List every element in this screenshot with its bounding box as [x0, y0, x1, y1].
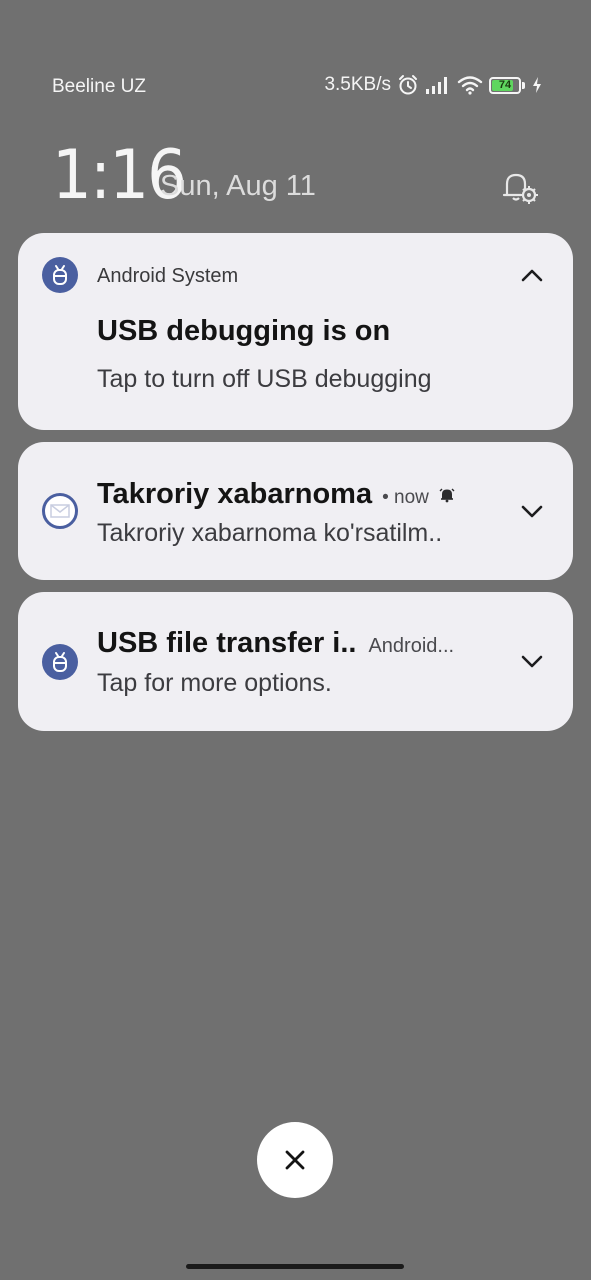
close-icon	[285, 1150, 305, 1170]
status-icons: 3.5KB/s 74	[324, 74, 543, 96]
notification-card-usb-debugging[interactable]: Android System USB debugging is on Tap t…	[18, 233, 573, 430]
notification-body: Takroriy xabarnoma ko'rsatilm..	[97, 519, 443, 547]
battery-body: 74	[489, 76, 521, 94]
alarm-icon	[397, 74, 419, 96]
notification-card-takroriy[interactable]: Takroriy xabarnoma • now Takroriy xabarn…	[18, 442, 573, 580]
notification-time: • now	[382, 487, 429, 508]
carrier-name: Beeline UZ	[52, 76, 146, 97]
collapse-chevron-icon[interactable]	[519, 267, 545, 283]
android-debug-icon	[42, 644, 78, 680]
battery-icon: 74	[489, 76, 525, 94]
clock-date: Sun, Aug 11	[160, 170, 316, 202]
notification-title: USB file transfer i..	[97, 627, 357, 659]
app-name: Android System	[97, 265, 239, 287]
status-bar: Beeline UZ 3.5KB/s 74	[0, 0, 591, 120]
battery-tip	[522, 81, 525, 89]
notification-title-row: Takroriy xabarnoma • now	[97, 478, 455, 511]
notification-title: Takroriy xabarnoma	[97, 478, 373, 510]
clear-all-button[interactable]	[257, 1122, 333, 1198]
home-indicator[interactable]	[186, 1264, 404, 1269]
notification-body: Tap for more options.	[97, 669, 332, 697]
alert-bell-icon	[439, 487, 455, 508]
signal-icon	[425, 75, 451, 95]
battery-level: 74	[498, 79, 512, 91]
mail-app-icon	[42, 493, 78, 529]
notification-title-row: USB file transfer i.. Android...	[97, 627, 454, 660]
notification-settings-icon[interactable]	[501, 170, 541, 206]
expand-chevron-icon[interactable]	[519, 504, 545, 520]
network-speed: 3.5KB/s	[324, 74, 391, 95]
expand-chevron-icon[interactable]	[519, 654, 545, 670]
charging-icon	[531, 76, 543, 94]
notification-card-usb-file-transfer[interactable]: USB file transfer i.. Android... Tap for…	[18, 592, 573, 731]
android-debug-icon	[42, 257, 78, 293]
notification-app-name: Android...	[368, 635, 455, 657]
notification-body: Tap to turn off USB debugging	[97, 365, 432, 393]
notification-title: USB debugging is on	[97, 315, 391, 347]
wifi-icon	[457, 75, 483, 95]
